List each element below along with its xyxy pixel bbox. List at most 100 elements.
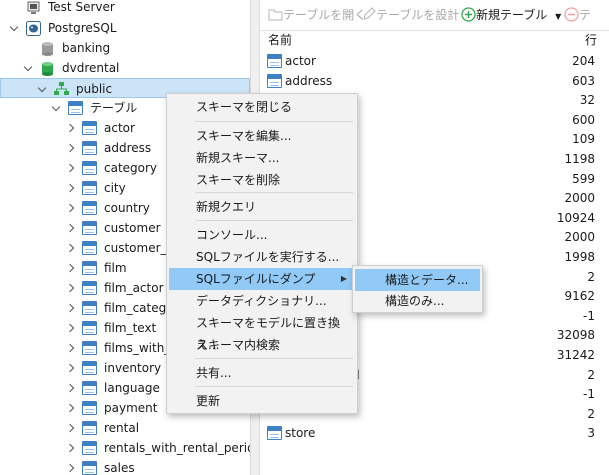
- tree-label: sales: [104, 461, 135, 475]
- dump-submenu: 構造とデータ... 構造のみ...: [352, 265, 483, 313]
- tree-item-database-banking[interactable]: banking: [0, 38, 250, 58]
- tree-label: address: [104, 141, 152, 155]
- chevron-right-icon[interactable]: [64, 458, 76, 475]
- tree-item-table[interactable]: sales: [0, 458, 250, 475]
- table-icon: [82, 181, 97, 195]
- tree-label: film: [104, 261, 127, 275]
- row-count: 600: [572, 112, 595, 127]
- menu-item-edit-schema[interactable]: スキーマを編集...: [169, 125, 355, 147]
- menu-item-console[interactable]: コンソール...: [169, 224, 355, 246]
- menu-item-structure-only[interactable]: 構造のみ...: [355, 290, 480, 312]
- chevron-right-icon[interactable]: [64, 378, 76, 399]
- chevron-right-icon[interactable]: [64, 218, 76, 239]
- tree-item-test-server[interactable]: Test Server: [0, 0, 250, 17]
- row-count: 204: [572, 54, 595, 68]
- delete-table-button[interactable]: テ: [564, 6, 591, 24]
- tree-item-table[interactable]: rentals_with_rental_period: [0, 438, 250, 458]
- table-icon: [82, 201, 97, 215]
- chevron-right-icon[interactable]: [64, 418, 76, 439]
- table-icon: [267, 73, 282, 88]
- row-count: 2: [587, 406, 595, 421]
- row-count: 109: [572, 132, 595, 147]
- chevron-down-icon[interactable]: ▼: [555, 12, 561, 21]
- submenu-arrow-icon: ▶: [340, 274, 347, 283]
- menu-item-label: データディクショナリ...: [196, 294, 327, 308]
- chevron-down-icon[interactable]: [36, 79, 48, 99]
- table-icon: [267, 54, 282, 68]
- chevron-right-icon[interactable]: [64, 138, 76, 159]
- tree-label: dvdrental: [62, 61, 120, 75]
- menu-item-delete-schema[interactable]: スキーマを削除: [169, 169, 355, 191]
- tree-label: city: [104, 181, 126, 195]
- menu-item-replace-with-model[interactable]: スキーマをモデルに置き換え...: [169, 312, 355, 352]
- menu-item-refresh[interactable]: 更新: [169, 390, 355, 412]
- open-table-button[interactable]: テーブルを開く: [268, 6, 366, 24]
- menu-separator: [195, 220, 353, 221]
- menu-item-label: SQLファイルを実行する...: [196, 250, 340, 264]
- menu-item-label: 共有...: [196, 366, 232, 380]
- table-icon: [82, 261, 97, 275]
- design-table-button[interactable]: テーブルを設計: [362, 6, 459, 24]
- menu-separator: [195, 121, 353, 122]
- schema-icon: [54, 82, 69, 96]
- menu-item-share[interactable]: 共有...: [169, 362, 355, 384]
- menu-item-close-schema[interactable]: スキーマを閉じる: [169, 96, 355, 118]
- folder-open-icon: [268, 9, 283, 21]
- new-table-button[interactable]: 新規テーブル ▼: [461, 6, 561, 24]
- postgresql-icon: [26, 21, 41, 36]
- menu-item-label: SQLファイルにダンプ: [196, 272, 316, 286]
- menu-item-new-query[interactable]: 新規クエリ: [169, 196, 355, 218]
- chevron-right-icon[interactable]: [64, 438, 76, 459]
- chevron-right-icon[interactable]: [64, 398, 76, 419]
- table-row[interactable]: address 603: [260, 72, 609, 91]
- menu-item-structure-and-data[interactable]: 構造とデータ...: [355, 269, 480, 291]
- chevron-down-icon[interactable]: [50, 98, 62, 118]
- table-icon: [82, 221, 97, 235]
- chevron-right-icon[interactable]: [64, 118, 76, 139]
- chevron-right-icon[interactable]: [64, 178, 76, 199]
- menu-separator: [195, 358, 353, 359]
- column-header-rows[interactable]: 行: [585, 30, 597, 50]
- chevron-right-icon[interactable]: [64, 278, 76, 299]
- menu-item-run-sql-file[interactable]: SQLファイルを実行する...: [169, 246, 355, 268]
- table-icon: [267, 426, 282, 441]
- table-row[interactable]: store 3: [260, 424, 609, 443]
- chevron-down-icon[interactable]: [8, 18, 20, 38]
- chevron-right-icon[interactable]: [64, 258, 76, 279]
- chevron-right-icon[interactable]: [64, 358, 76, 379]
- tree-label: country: [104, 201, 150, 215]
- table-name: store: [285, 426, 316, 441]
- database-icon: [40, 61, 55, 76]
- row-count: 1998: [564, 250, 595, 264]
- menu-item-new-schema[interactable]: 新規スキーマ...: [169, 147, 355, 169]
- chevron-right-icon[interactable]: [64, 158, 76, 179]
- menu-item-dump-sql-file[interactable]: SQLファイルにダンプ ▶: [169, 268, 355, 290]
- chevron-right-icon[interactable]: [64, 238, 76, 259]
- context-menu: スキーマを閉じるスキーマを編集... 新規スキーマ... スキーマを削除 新規クエリコ…: [166, 93, 358, 414]
- tree-item-postgresql[interactable]: PostgreSQL: [0, 18, 250, 38]
- menu-item-label: 新規スキーマ...: [196, 151, 280, 165]
- table-icon: [82, 321, 97, 335]
- pencil-icon: [363, 7, 376, 20]
- chevron-down-icon[interactable]: [22, 58, 34, 78]
- menu-item-data-dictionary[interactable]: データディクショナリ...: [169, 290, 355, 312]
- row-count: 2000: [564, 191, 595, 206]
- chevron-right-icon[interactable]: [64, 198, 76, 219]
- chevron-right-icon[interactable]: [64, 298, 76, 319]
- table-icon: [68, 101, 83, 115]
- tree-label: customer: [104, 221, 161, 235]
- chevron-right-icon[interactable]: [64, 318, 76, 339]
- server-icon: [26, 1, 41, 15]
- table-icon: [82, 401, 97, 415]
- table-name: address: [285, 73, 333, 88]
- column-header-name[interactable]: 名前: [268, 30, 292, 50]
- menu-item-search-in-schema[interactable]: スキーマ内検索: [169, 334, 355, 356]
- tree-item-database-dvdrental[interactable]: dvdrental: [0, 58, 250, 78]
- menu-separator: [195, 386, 353, 387]
- row-count: 32098: [556, 328, 595, 343]
- table-row[interactable]: actor 204: [260, 52, 609, 71]
- tree-item-table[interactable]: rental: [0, 418, 250, 438]
- chevron-right-icon[interactable]: [64, 338, 76, 359]
- menu-separator: [195, 192, 353, 193]
- menu-item-label: スキーマを閉じる: [196, 100, 293, 114]
